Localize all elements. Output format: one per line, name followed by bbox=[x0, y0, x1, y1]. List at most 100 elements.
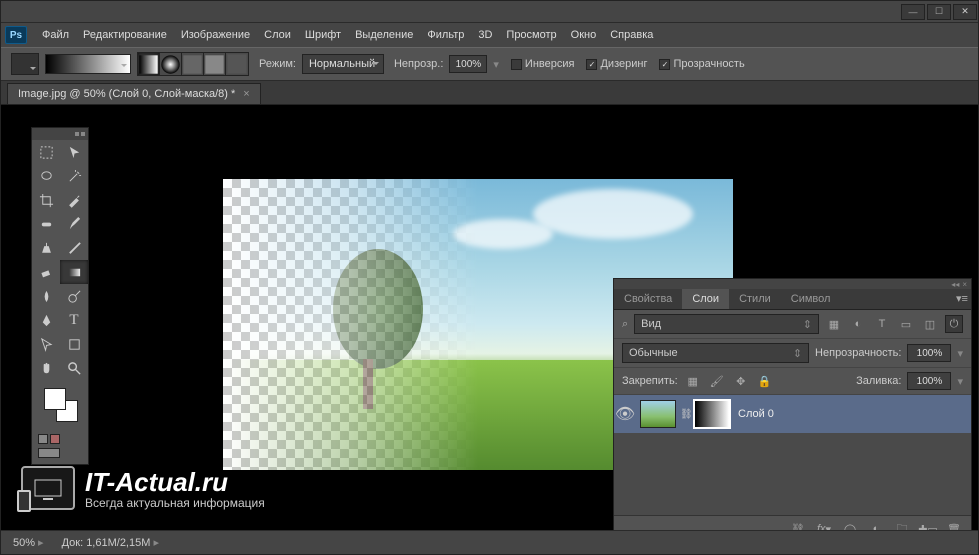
menu-type[interactable]: Шрифт bbox=[298, 26, 348, 44]
document-tab-label: Image.jpg @ 50% (Слой 0, Слой-маска/8) * bbox=[18, 88, 235, 100]
mode-dropdown[interactable]: Нормальный bbox=[302, 54, 384, 74]
mask-thumbnail[interactable] bbox=[694, 400, 730, 428]
lock-all-icon[interactable]: 🔒 bbox=[756, 372, 774, 390]
type-tool[interactable]: T bbox=[60, 308, 88, 332]
gradient-preview[interactable] bbox=[45, 54, 131, 74]
zoom-indicator[interactable]: 50%▸ bbox=[13, 536, 44, 549]
menu-help[interactable]: Справка bbox=[603, 26, 660, 44]
filter-adjust-icon[interactable]: ◐ bbox=[849, 315, 867, 333]
eyedropper-tool[interactable] bbox=[60, 188, 88, 212]
gradient-reflected-button[interactable] bbox=[204, 53, 226, 75]
tab-properties[interactable]: Свойства bbox=[614, 289, 682, 309]
document-tab-close-icon[interactable]: × bbox=[243, 88, 249, 100]
filter-shape-icon[interactable]: ▭ bbox=[897, 315, 915, 333]
reverse-checkbox[interactable]: Инверсия bbox=[511, 58, 575, 70]
menu-3d[interactable]: 3D bbox=[471, 26, 499, 44]
mask-link-icon[interactable]: ⛓ bbox=[680, 409, 690, 420]
filter-type-icon[interactable]: T bbox=[873, 315, 891, 333]
lock-pixels-icon[interactable]: 🖌 bbox=[708, 372, 726, 390]
foreground-color-swatch[interactable] bbox=[44, 388, 66, 410]
doc-size-indicator[interactable]: Док: 1,61M/2,15M ▸ bbox=[62, 536, 159, 549]
app-logo[interactable]: Ps bbox=[5, 26, 27, 44]
transparency-check-icon: ✓ bbox=[659, 59, 670, 70]
pen-tool[interactable] bbox=[32, 308, 60, 332]
tab-styles[interactable]: Стили bbox=[729, 289, 781, 309]
eraser-tool[interactable] bbox=[32, 260, 60, 284]
healing-tool[interactable] bbox=[32, 212, 60, 236]
menu-view[interactable]: Просмотр bbox=[499, 26, 563, 44]
delete-layer-icon[interactable]: 🗑 bbox=[945, 520, 963, 530]
document-tab[interactable]: Image.jpg @ 50% (Слой 0, Слой-маска/8) *… bbox=[7, 83, 261, 104]
screen-mode-toggle[interactable] bbox=[32, 446, 88, 460]
layer-thumbnail[interactable] bbox=[640, 400, 676, 428]
gradient-angle-button[interactable] bbox=[182, 53, 204, 75]
search-icon: ⌕ bbox=[622, 318, 628, 331]
history-brush-tool[interactable] bbox=[60, 236, 88, 260]
gradient-linear-button[interactable] bbox=[138, 53, 160, 75]
quick-mask-toggle[interactable] bbox=[32, 432, 88, 446]
add-mask-icon[interactable]: ◯ bbox=[841, 520, 859, 530]
menu-file[interactable]: Файл bbox=[35, 26, 76, 44]
tools-panel-header[interactable] bbox=[32, 128, 88, 140]
status-bar: 50%▸ Док: 1,61M/2,15M ▸ bbox=[1, 530, 978, 554]
path-select-tool[interactable] bbox=[32, 332, 60, 356]
lasso-tool[interactable] bbox=[32, 164, 60, 188]
menu-filter[interactable]: Фильтр bbox=[420, 26, 471, 44]
adjustment-layer-icon[interactable]: ◐ bbox=[867, 520, 885, 530]
menu-edit[interactable]: Редактирование bbox=[76, 26, 174, 44]
zoom-tool[interactable] bbox=[60, 356, 88, 380]
gradient-diamond-button[interactable] bbox=[226, 53, 248, 75]
lock-transparency-icon[interactable]: ▦ bbox=[684, 372, 702, 390]
panel-menu-icon[interactable]: ▾≡ bbox=[953, 289, 971, 307]
filter-pixel-icon[interactable]: ▦ bbox=[825, 315, 843, 333]
reverse-check-icon bbox=[511, 59, 522, 70]
shape-tool[interactable] bbox=[60, 332, 88, 356]
panel-collapse-icon[interactable]: ◂◂ bbox=[951, 280, 959, 289]
layer-name[interactable]: Слой 0 bbox=[738, 408, 774, 420]
blur-tool[interactable] bbox=[32, 284, 60, 308]
layer-effects-icon[interactable]: fx▾ bbox=[815, 520, 833, 530]
menu-layers[interactable]: Слои bbox=[257, 26, 298, 44]
move-tool[interactable] bbox=[60, 140, 88, 164]
clone-stamp-tool[interactable] bbox=[32, 236, 60, 260]
fill-value[interactable]: 100% bbox=[907, 372, 951, 390]
new-group-icon[interactable]: 🗀 bbox=[893, 520, 911, 530]
gradient-radial-button[interactable] bbox=[160, 53, 182, 75]
visibility-toggle-icon[interactable]: 👁 bbox=[614, 404, 636, 424]
color-swatches[interactable] bbox=[38, 382, 82, 430]
menu-select[interactable]: Выделение bbox=[348, 26, 420, 44]
brush-tool[interactable] bbox=[60, 212, 88, 236]
tab-layers[interactable]: Слои bbox=[682, 289, 729, 309]
crop-tool[interactable] bbox=[32, 188, 60, 212]
filter-smart-icon[interactable]: ◫ bbox=[921, 315, 939, 333]
filter-toggle-icon[interactable]: ⏻ bbox=[945, 315, 963, 333]
hand-tool[interactable] bbox=[32, 356, 60, 380]
panel-header[interactable]: ◂◂× bbox=[614, 279, 971, 289]
menu-image[interactable]: Изображение bbox=[174, 26, 257, 44]
marquee-tool[interactable] bbox=[32, 140, 60, 164]
new-layer-icon[interactable]: ✚▭ bbox=[919, 520, 937, 530]
dither-label: Дизеринг bbox=[600, 58, 647, 70]
tool-preset-picker[interactable] bbox=[11, 53, 39, 75]
dither-checkbox[interactable]: ✓ Дизеринг bbox=[586, 58, 647, 70]
close-button[interactable]: ✕ bbox=[953, 4, 977, 20]
gradient-tool[interactable] bbox=[60, 260, 88, 284]
blend-mode-dropdown[interactable]: Обычные⇕ bbox=[622, 343, 809, 363]
link-layers-icon[interactable]: ⛓ bbox=[789, 520, 807, 530]
layer-opacity-value[interactable]: 100% bbox=[907, 344, 951, 362]
layer-row[interactable]: 👁 ⛓ Слой 0 bbox=[614, 395, 971, 433]
gradient-type-group bbox=[137, 52, 249, 76]
maximize-button[interactable]: ☐ bbox=[927, 4, 951, 20]
magic-wand-tool[interactable] bbox=[60, 164, 88, 188]
reverse-label: Инверсия bbox=[525, 58, 575, 70]
transparency-checkbox[interactable]: ✓ Прозрачность bbox=[659, 58, 744, 70]
menu-window[interactable]: Окно bbox=[564, 26, 604, 44]
lock-position-icon[interactable]: ✥ bbox=[732, 372, 750, 390]
panel-close-icon[interactable]: × bbox=[962, 280, 967, 289]
watermark-subtitle: Всегда актуальная информация bbox=[85, 496, 265, 510]
dodge-tool[interactable] bbox=[60, 284, 88, 308]
minimize-button[interactable]: — bbox=[901, 4, 925, 20]
tab-symbol[interactable]: Символ bbox=[781, 289, 841, 309]
opacity-value[interactable]: 100% bbox=[449, 55, 487, 73]
filter-type-dropdown[interactable]: Вид⇕ bbox=[634, 314, 819, 334]
